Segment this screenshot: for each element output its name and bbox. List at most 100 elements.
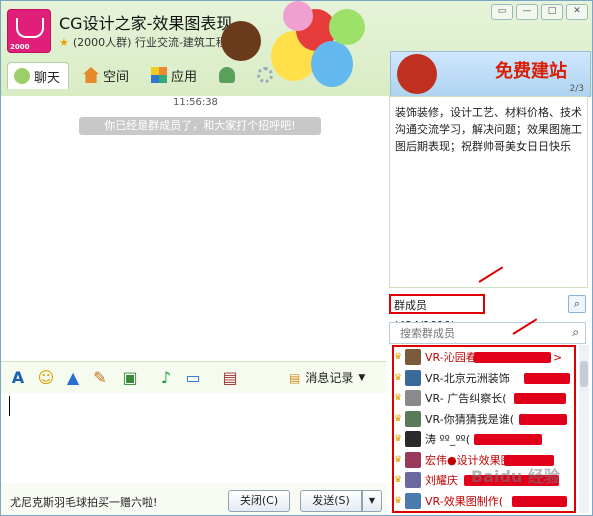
admin-crown-icon: ♛ bbox=[394, 393, 403, 404]
member-name: VR-效果图制作( bbox=[425, 494, 503, 508]
admin-crown-icon: ♛ bbox=[394, 413, 403, 424]
member-count-label: (2000人群) bbox=[72, 36, 132, 49]
minimize-button[interactable]: — bbox=[516, 4, 538, 20]
member-search-box[interactable]: ⌕ bbox=[389, 322, 586, 344]
message-history-label: 消息记录 bbox=[305, 371, 354, 385]
redaction-bar bbox=[474, 434, 542, 445]
admin-crown-icon: ♛ bbox=[394, 495, 403, 506]
tab-add-member[interactable] bbox=[213, 62, 243, 88]
admin-crown-icon: ♛ bbox=[394, 372, 403, 383]
redaction-bar bbox=[474, 352, 551, 363]
redaction-bar bbox=[512, 495, 567, 507]
ad-text-link[interactable]: 尤尼克斯羽毛球拍买一赠六啦! bbox=[10, 494, 157, 510]
member-avatar bbox=[405, 431, 421, 448]
tab-chat[interactable]: 聊天 bbox=[7, 62, 70, 89]
message-history-icon: ▤ bbox=[289, 370, 301, 385]
announcement-text: 装饰装修，设计工艺、材料价格、技术沟通交流学习，解决问题；效果图施工图后期表现；… bbox=[395, 106, 582, 153]
house-icon bbox=[83, 67, 100, 83]
window-controls: ▭ — □ ✕ bbox=[491, 4, 588, 20]
admin-crown-icon: ♛ bbox=[394, 352, 403, 363]
ad-banner[interactable]: 免费建站 2/3 bbox=[390, 51, 591, 97]
member-name: 涛 ºº_ºº( bbox=[425, 433, 471, 447]
magic-hat-icon[interactable]: ▲ bbox=[64, 369, 82, 387]
group-announcement-panel: 装饰装修，设计工艺、材料价格、技术沟通交流学习，解决问题；效果图施工图后期表现；… bbox=[389, 96, 588, 288]
members-title[interactable]: 群成员(424/1010) bbox=[389, 294, 485, 332]
search-icon: ⌕ bbox=[572, 325, 579, 339]
close-window-button[interactable]: ✕ bbox=[566, 4, 588, 20]
apps-grid-icon bbox=[151, 67, 168, 83]
admin-crown-icon: ♛ bbox=[394, 454, 403, 465]
screenshot-icon[interactable]: ▭ bbox=[184, 369, 202, 387]
tab-bar: 聊天 空间 应用 bbox=[7, 62, 281, 89]
tab-apps-label: 应用 bbox=[171, 69, 198, 85]
qq-group-chat-window: 2000 CG设计之家-效果图表现 ★ (2000人群) 行业交流-建筑工程 ▭ … bbox=[0, 0, 593, 516]
tab-apps[interactable]: 应用 bbox=[145, 62, 205, 88]
member-name: VR-你猜猜我是谁( bbox=[425, 412, 514, 426]
member-name-suffix: > bbox=[553, 350, 563, 364]
blue-balloon bbox=[311, 41, 353, 87]
member-avatar bbox=[405, 472, 421, 489]
coffee-cup-icon bbox=[16, 18, 44, 38]
character-head-decoration bbox=[221, 21, 261, 61]
green-balloon bbox=[329, 9, 365, 45]
member-row[interactable]: ♛ 涛 ºº_ºº( bbox=[394, 429, 574, 450]
input-toolbar: A ☺ ▲ ✎ ▣ ♪ ▭ ▤ ▤ 消息记录 ▼ bbox=[1, 361, 386, 394]
chat-bubble-icon bbox=[14, 68, 30, 84]
member-avatar bbox=[405, 492, 421, 509]
member-name: 刘耀庆 bbox=[425, 474, 458, 488]
font-icon[interactable]: A bbox=[9, 369, 27, 387]
tab-chat-label: 聊天 bbox=[34, 70, 61, 86]
member-row[interactable]: ♛ VR-效果图制作( bbox=[394, 491, 574, 512]
member-row[interactable]: ♛ VR-你猜猜我是谁( bbox=[394, 409, 574, 430]
add-user-icon bbox=[219, 67, 236, 83]
member-row[interactable]: ♛ VR-北京元洲装饰 bbox=[394, 368, 574, 389]
emoji-icon[interactable]: ☺ bbox=[37, 369, 55, 387]
maximize-button[interactable]: □ bbox=[541, 4, 563, 20]
system-notice: 你已经是群成员了，和大家打个招呼吧! bbox=[79, 117, 321, 135]
member-avatar bbox=[405, 390, 421, 407]
member-avatar bbox=[405, 410, 421, 427]
chat-messages-area[interactable]: 11:56:38 你已经是群成员了，和大家打个招呼吧! bbox=[1, 96, 386, 361]
message-history-button[interactable]: ▤ 消息记录 ▼ bbox=[289, 369, 365, 386]
scrollbar-thumb[interactable] bbox=[580, 361, 588, 387]
chevron-down-icon: ▼ bbox=[358, 372, 366, 383]
banner-page-indicator: 2/3 bbox=[569, 84, 584, 94]
watermark: Baidu 经验 bbox=[471, 467, 560, 486]
text-caret bbox=[9, 396, 10, 416]
member-row[interactable]: ♛ VR-沁园春< > bbox=[394, 347, 574, 368]
member-avatar bbox=[405, 369, 421, 386]
bottom-bar: 尤尼克斯羽毛球拍买一赠六啦! 关闭(C) 发送(S) ▼ bbox=[1, 483, 386, 515]
image-icon[interactable]: ▣ bbox=[121, 369, 139, 387]
send-button[interactable]: 发送(S) bbox=[300, 490, 362, 512]
tab-space-label: 空间 bbox=[103, 69, 130, 85]
member-list[interactable]: ♛ VR-沁园春< > ♛ VR-北京元洲装饰 ♛ VR- 广告纠察长(♛ VR-你猜猜我是谁… bbox=[392, 345, 576, 513]
music-icon[interactable]: ♪ bbox=[157, 369, 175, 387]
redaction-bar bbox=[514, 393, 566, 404]
admin-crown-icon: ♛ bbox=[394, 434, 403, 445]
member-name: VR-北京元洲装饰 bbox=[425, 371, 510, 385]
group-title: CG设计之家-效果图表现 bbox=[59, 14, 233, 33]
send-options-dropdown[interactable]: ▼ bbox=[362, 490, 382, 512]
redaction-bar bbox=[524, 372, 570, 384]
pink-balloon bbox=[283, 1, 313, 31]
star-icon: ★ bbox=[59, 36, 69, 49]
tab-settings[interactable] bbox=[251, 62, 281, 88]
gear-icon bbox=[257, 67, 274, 83]
member-search-input[interactable] bbox=[398, 323, 552, 343]
member-name: VR- 广告纠察长( bbox=[425, 392, 507, 406]
banner-text: 免费建站 bbox=[495, 61, 567, 82]
search-icon[interactable]: ⌕ bbox=[568, 295, 586, 313]
scrawl-icon[interactable]: ✎ bbox=[91, 369, 109, 387]
skin-button[interactable]: ▭ bbox=[491, 4, 513, 20]
member-row[interactable]: ♛ VR- 广告纠察长( bbox=[394, 388, 574, 409]
group-avatar[interactable]: 2000 bbox=[7, 9, 51, 53]
message-timestamp: 11:56:38 bbox=[173, 97, 218, 108]
close-button[interactable]: 关闭(C) bbox=[228, 490, 290, 512]
redaction-bar bbox=[519, 413, 567, 425]
member-list-scrollbar[interactable] bbox=[579, 345, 589, 513]
tab-space[interactable]: 空间 bbox=[77, 62, 137, 88]
message-input[interactable] bbox=[1, 393, 386, 483]
more-tools-icon[interactable]: ▤ bbox=[221, 369, 239, 387]
admin-crown-icon: ♛ bbox=[394, 475, 403, 486]
member-avatar bbox=[405, 451, 421, 468]
